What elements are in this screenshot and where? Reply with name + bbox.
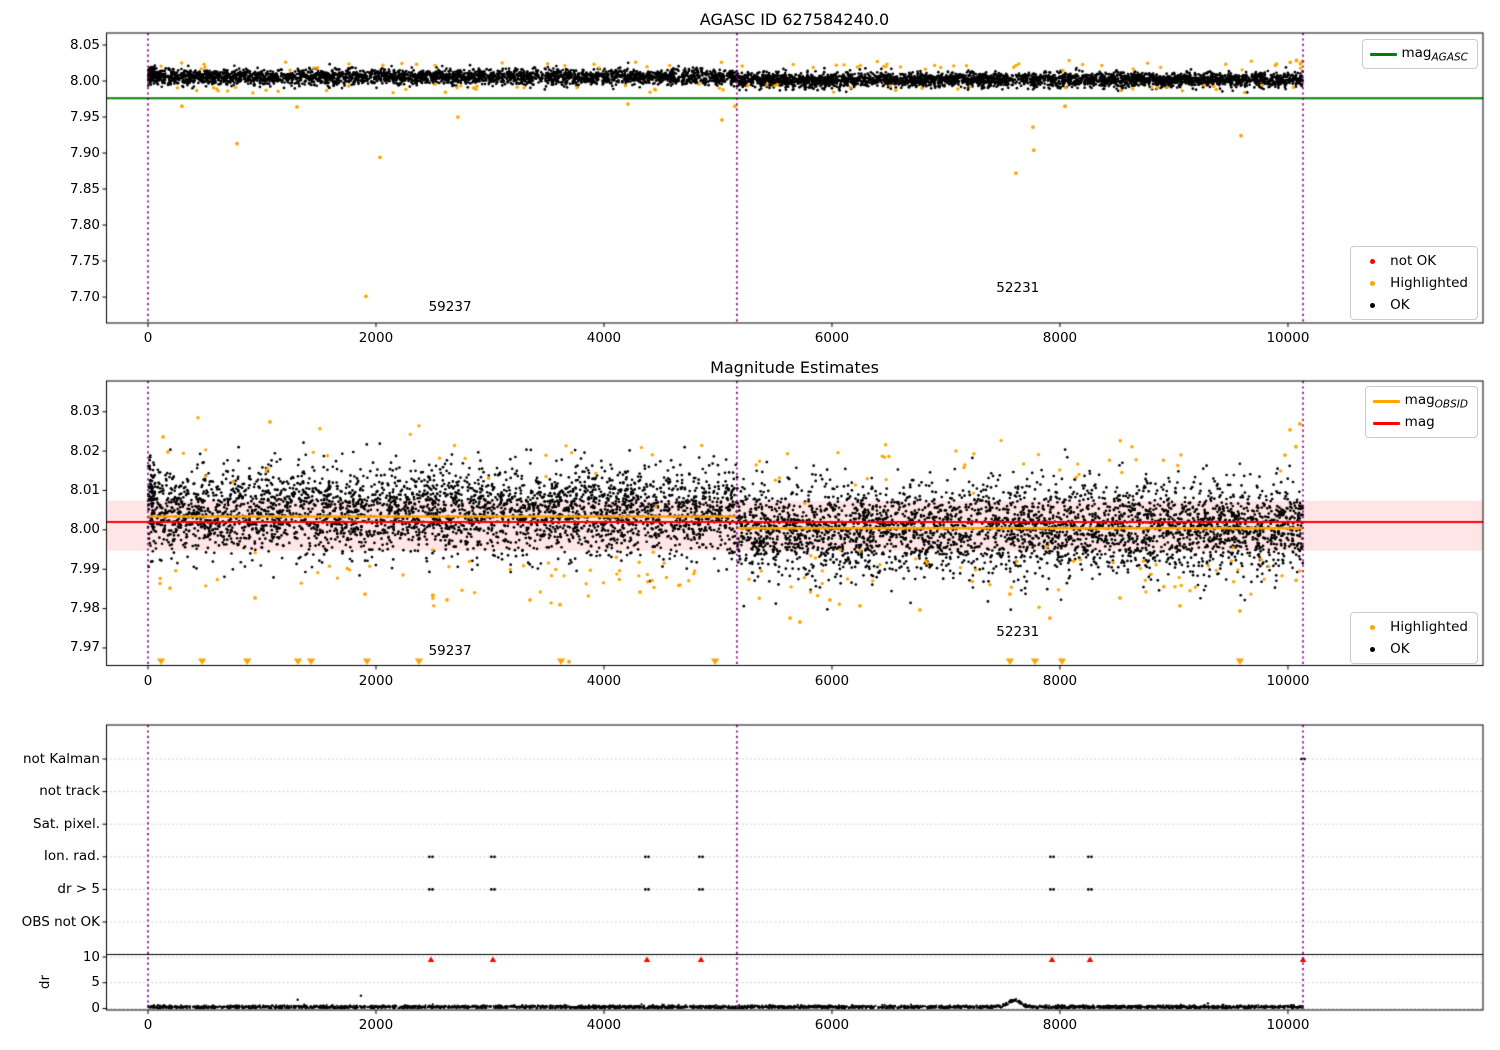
tick-label: 8000 (1042, 330, 1078, 346)
tick-label: 6000 (814, 330, 850, 346)
tick-label: 2000 (358, 672, 394, 689)
black-dot-marker (1354, 302, 1390, 308)
tick-label: 8.01 (69, 481, 100, 498)
plots-canvas (0, 0, 1500, 1050)
legend-label: Highlighted (1390, 619, 1468, 635)
tick-label: 0 (91, 1000, 100, 1016)
legend-mag-agasc: magAGASC (1361, 39, 1478, 69)
tick-label: 0 (143, 330, 153, 346)
legend-label: Highlighted (1390, 275, 1468, 291)
tick-label: 7.85 (69, 180, 100, 197)
legend-mag-lines: magOBSID mag (1364, 386, 1478, 438)
red-dot-marker (1354, 258, 1390, 264)
tick-label: 6000 (814, 672, 850, 689)
legend-label: OK (1390, 641, 1410, 657)
legend-item-ok: OK (1354, 638, 1468, 660)
tick-label: Ion. rad. (43, 848, 100, 865)
legend-point-types-mid: Highlighted OK (1350, 612, 1478, 664)
legend-label-main: mag (1404, 413, 1435, 430)
legend-label-main: mag (1401, 44, 1432, 61)
tick-label: 8.03 (69, 403, 100, 420)
legend-item-highlighted: Highlighted (1354, 616, 1468, 638)
legend-label: magAGASC (1402, 45, 1469, 64)
tick-label: not Kalman (22, 750, 100, 767)
tick-label: 0 (143, 1017, 153, 1033)
tick-label: 7.97 (69, 639, 100, 656)
tick-label: 2000 (358, 330, 394, 346)
obsid-annotation-59237-mid: 59237 (428, 642, 472, 659)
legend-item-highlighted: Highlighted (1354, 272, 1468, 294)
tick-label: 7.99 (69, 560, 100, 577)
tick-label: OBS not OK (21, 913, 100, 930)
tick-label: not track (39, 783, 100, 800)
tick-label: 10000 (1266, 672, 1310, 689)
plot2-title: Magnitude Estimates (710, 358, 879, 377)
tick-label: 5 (91, 974, 100, 991)
tick-label: 8000 (1042, 1017, 1078, 1033)
obsid-annotation-59237: 59237 (428, 299, 472, 316)
legend-label: mag (1405, 414, 1435, 433)
legend-item-mag: mag (1369, 412, 1468, 434)
tick-label: 7.90 (69, 144, 100, 161)
legend-point-types-top: not OK Highlighted OK (1350, 246, 1478, 320)
legend-item-mag-obsid: magOBSID (1369, 390, 1468, 412)
legend-item-mag-agasc: magAGASC (1366, 43, 1469, 65)
tick-label: 0 (143, 672, 153, 689)
tick-label: 8.00 (69, 521, 100, 538)
tick-label: 8.05 (69, 36, 100, 53)
obsid-annotation-52231: 52231 (996, 279, 1040, 296)
legend-item-ok: OK (1354, 294, 1468, 316)
tick-label: 7.75 (69, 252, 100, 269)
green-line-marker (1366, 52, 1402, 56)
orange-line-marker (1369, 399, 1405, 403)
tick-label: 2000 (358, 1017, 394, 1033)
tick-label: 8.00 (69, 72, 100, 89)
tick-label: 4000 (586, 330, 622, 346)
tick-label: 10 (82, 948, 100, 965)
tick-label: 8.02 (69, 442, 100, 459)
tick-label: 7.98 (69, 600, 100, 617)
figure: AGASC ID 627584240.0 Magnitude Estimates… (0, 0, 1500, 1050)
tick-label: Sat. pixel. (33, 815, 100, 832)
legend-item-not-ok: not OK (1354, 250, 1468, 272)
obsid-annotation-52231-mid: 52231 (996, 623, 1040, 640)
orange-dot-marker (1354, 624, 1390, 630)
tick-label: 7.70 (69, 288, 100, 305)
legend-label-sub: OBSID (1434, 398, 1468, 411)
tick-label: 4000 (586, 672, 622, 689)
black-dot-marker (1354, 646, 1390, 652)
tick-label: 4000 (586, 1017, 622, 1033)
legend-label: OK (1390, 297, 1410, 313)
plot1-title: AGASC ID 627584240.0 (699, 10, 890, 29)
legend-label-sub: AGASC (1431, 51, 1469, 64)
legend-label: magOBSID (1405, 392, 1468, 411)
legend-label: not OK (1390, 253, 1437, 269)
orange-dot-marker (1354, 280, 1390, 286)
tick-label: 7.95 (69, 108, 100, 125)
tick-label: 10000 (1266, 1017, 1310, 1033)
tick-label: 6000 (814, 1017, 850, 1033)
tick-label: 10000 (1266, 330, 1310, 346)
legend-label-main: mag (1404, 391, 1435, 408)
tick-label: dr > 5 (57, 880, 100, 897)
red-line-marker (1369, 421, 1405, 425)
tick-label: 7.80 (69, 216, 100, 233)
tick-label: 8000 (1042, 672, 1078, 689)
